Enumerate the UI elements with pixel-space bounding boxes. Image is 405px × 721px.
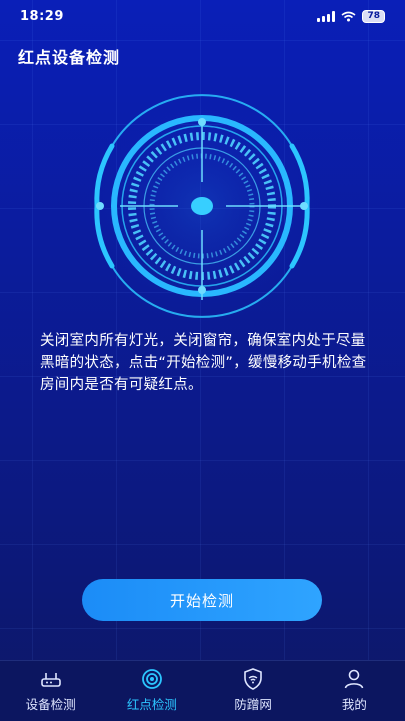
bottom-tab-bar: 设备检测 红点检测 防蹭网 我的 — [0, 660, 405, 721]
status-bar: 18:29 78 — [0, 0, 405, 32]
target-icon — [141, 669, 162, 689]
shield-wifi-icon — [244, 668, 262, 690]
person-icon — [345, 669, 364, 689]
start-detection-button[interactable]: 开始检测 — [82, 579, 322, 621]
instruction-text: 关闭室内所有灯光，关闭窗帘，确保室内处于尽量黑暗的状态，点击“开始检测”，缓慢移… — [40, 333, 367, 393]
tab-label: 防蹭网 — [234, 697, 272, 712]
tab-mine[interactable]: 我的 — [304, 661, 405, 721]
status-icons: 78 — [317, 9, 385, 23]
battery-icon: 78 — [362, 9, 385, 23]
tab-anti-freeload[interactable]: 防蹭网 — [203, 661, 304, 721]
status-time: 18:29 — [20, 8, 64, 24]
tab-device-detection[interactable]: 设备检测 — [0, 661, 101, 721]
tab-label: 我的 — [341, 697, 367, 712]
signal-icon — [317, 10, 336, 22]
tab-red-dot-detection[interactable]: 红点检测 — [101, 661, 202, 721]
page-title: 红点设备检测 — [18, 48, 121, 67]
radar-target-graphic — [84, 88, 320, 324]
tab-label: 设备检测 — [25, 697, 76, 712]
tab-label: 红点检测 — [126, 697, 177, 712]
router-icon — [40, 673, 61, 687]
wifi-icon — [341, 11, 356, 21]
